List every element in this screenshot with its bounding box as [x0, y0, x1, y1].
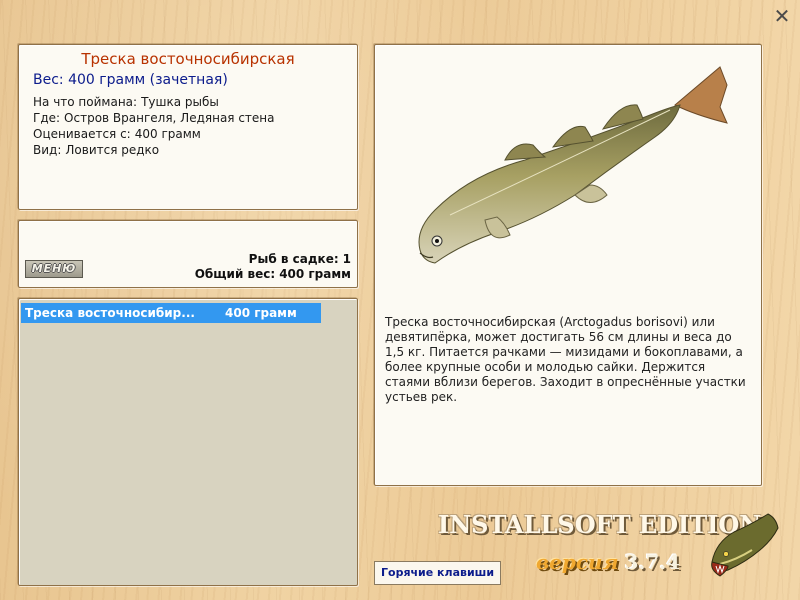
pike-logo	[711, 513, 779, 577]
list-item-weight: 400 грамм	[225, 306, 297, 320]
total-weight-value: 400 грамм	[279, 267, 351, 281]
total-weight-label: Общий вес:	[194, 267, 276, 281]
fish-detail-panel: Треска восточносибирская (Arctogadus bor…	[374, 44, 762, 486]
version-label: версия	[536, 550, 619, 574]
info-min-weight-value: 400 грамм	[134, 127, 201, 141]
fish-description: Треска восточносибирская (Arctogadus bor…	[385, 315, 746, 404]
info-species: Вид: Ловится редко	[33, 143, 159, 157]
menu-button[interactable]: МЕНЮ	[25, 260, 83, 278]
list-item[interactable]: Треска восточносибир... 400 грамм	[21, 303, 321, 323]
cage-count-value: 1	[342, 252, 351, 266]
close-icon[interactable]: ✕	[772, 6, 792, 26]
info-location: Где: Остров Врангеля, Ледяная стена	[33, 111, 275, 125]
hotkeys-button[interactable]: Горячие клавиши	[374, 561, 502, 585]
info-bait: На что поймана: Тушка рыбы	[33, 95, 219, 109]
catch-list[interactable]: Треска восточносибир... 400 грамм	[18, 298, 358, 586]
info-bait-value: Тушка рыбы	[141, 95, 219, 109]
fish-info-panel: Треска восточносибирская Вес: 400 грамм …	[18, 44, 358, 210]
cage-count: Рыб в садке: 1	[249, 252, 351, 266]
info-species-value: Ловится редко	[65, 143, 160, 157]
cage-count-label: Рыб в садке:	[248, 252, 339, 266]
list-item-name: Треска восточносибир...	[25, 306, 195, 320]
total-weight: Общий вес: 400 грамм	[195, 267, 351, 281]
info-location-value: Остров Врангеля, Ледяная стена	[64, 111, 275, 125]
brand-version: версия 3.7.4	[536, 550, 680, 574]
info-min-weight: Оценивается с: 400 грамм	[33, 127, 201, 141]
fish-title: Треска восточносибирская	[81, 50, 295, 68]
version-number: 3.7.4	[624, 550, 681, 574]
catch-stats-panel: МЕНЮ Рыб в садке: 1 Общий вес: 400 грамм	[18, 220, 358, 288]
info-location-label: Где:	[33, 111, 61, 125]
fish-image	[418, 66, 728, 264]
info-species-label: Вид:	[33, 143, 62, 157]
info-bait-label: На что поймана:	[33, 95, 138, 109]
info-min-weight-label: Оценивается с:	[33, 127, 131, 141]
fish-weight: Вес: 400 грамм (зачетная)	[33, 72, 228, 88]
